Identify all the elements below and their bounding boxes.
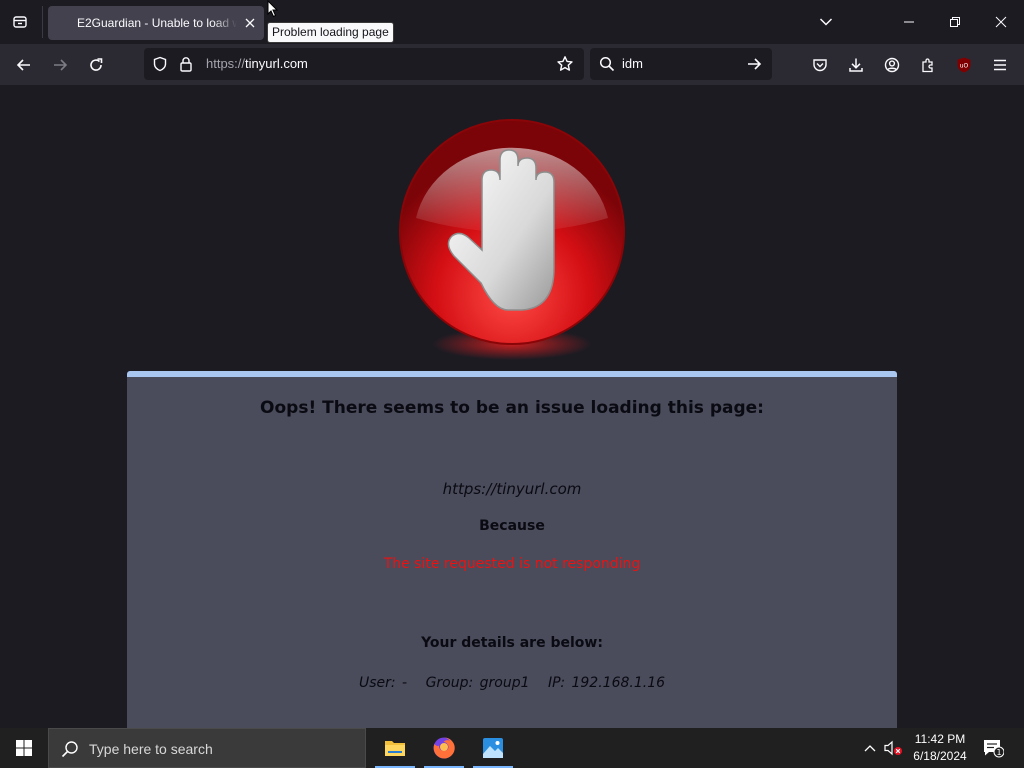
- error-reason: The site requested is not responding: [383, 556, 641, 572]
- volume-button[interactable]: [882, 728, 904, 768]
- clock-time: 11:42 PM: [914, 732, 966, 746]
- stop-hand-icon: [399, 119, 625, 360]
- notification-icon: 1: [984, 740, 1004, 758]
- chevron-down-icon: [819, 18, 833, 26]
- page-content: Oops! There seems to be an issue loading…: [0, 85, 1024, 728]
- star-icon[interactable]: [556, 55, 574, 73]
- forward-arrow-icon: [54, 59, 68, 71]
- download-icon: [849, 58, 863, 72]
- menu-icon: [994, 59, 1006, 71]
- file-explorer-icon: [385, 741, 405, 756]
- url-scheme: https://: [206, 56, 246, 71]
- taskbar-search-placeholder: Type here to search: [89, 741, 213, 757]
- pocket-button[interactable]: [806, 51, 834, 79]
- minimize-icon: [904, 21, 914, 23]
- error-heading: Oops! There seems to be an issue loading…: [260, 398, 764, 418]
- ublock-button[interactable]: uO: [950, 51, 978, 79]
- show-hidden-icons-button[interactable]: [860, 728, 880, 768]
- stop-sign-image: [396, 118, 628, 368]
- search-icon: [599, 56, 615, 72]
- list-all-tabs-icon: [13, 16, 27, 28]
- reload-button[interactable]: [82, 51, 110, 79]
- windows-taskbar: Type here to search 11:42 PM 6/18/2024 1: [0, 728, 1024, 768]
- mouse-cursor-icon: [267, 0, 279, 18]
- system-clock[interactable]: 11:42 PM 6/18/2024: [904, 731, 976, 765]
- search-icon: [61, 741, 78, 758]
- tab-title: E2Guardian - Unable to load web page: [77, 16, 237, 30]
- chevron-up-icon: [864, 745, 876, 752]
- user-details: User: - Group: group1 IP: 192.168.1.16: [127, 675, 897, 691]
- photos-icon: [483, 738, 503, 758]
- pocket-icon: [813, 59, 827, 72]
- firefox-icon: [433, 737, 455, 759]
- windows-logo-icon: [16, 740, 32, 756]
- back-button[interactable]: [10, 51, 38, 79]
- close-icon: [245, 18, 255, 28]
- forward-button[interactable]: [46, 51, 74, 79]
- tab-list-dropdown-button[interactable]: [814, 10, 838, 34]
- minimize-button[interactable]: [897, 10, 921, 34]
- downloads-button[interactable]: [842, 51, 870, 79]
- search-input[interactable]: idm: [622, 56, 643, 71]
- restore-icon: [950, 17, 960, 27]
- start-button[interactable]: [0, 728, 48, 768]
- svg-text:uO: uO: [960, 63, 969, 70]
- taskbar-file-explorer[interactable]: [371, 728, 419, 768]
- app-menu-button[interactable]: [986, 51, 1014, 79]
- back-arrow-icon: [16, 59, 30, 71]
- tab-separator: [42, 6, 43, 38]
- extensions-button[interactable]: [914, 51, 942, 79]
- close-window-button[interactable]: [989, 10, 1013, 34]
- list-all-tabs-button[interactable]: [6, 9, 34, 35]
- reload-icon: [90, 58, 103, 71]
- details-heading: Your details are below:: [421, 635, 603, 651]
- error-panel: Oops! There seems to be an issue loading…: [127, 371, 897, 728]
- address-bar[interactable]: https://tinyurl.com: [144, 48, 584, 80]
- account-icon: [884, 57, 900, 73]
- active-tab[interactable]: E2Guardian - Unable to load web page: [48, 6, 264, 40]
- taskbar-search-box[interactable]: Type here to search: [48, 728, 366, 768]
- notification-count: 1: [996, 748, 1001, 757]
- user-value: User: -: [358, 675, 408, 691]
- taskbar-photos[interactable]: [469, 728, 517, 768]
- go-arrow-icon[interactable]: [746, 56, 762, 72]
- ublock-icon: uO: [957, 57, 971, 73]
- search-bar[interactable]: idm: [590, 48, 772, 80]
- url-host: tinyurl.com: [245, 56, 308, 71]
- extensions-icon: [922, 58, 933, 73]
- address-bar-url: https://tinyurl.com: [206, 56, 308, 71]
- shield-icon[interactable]: [152, 56, 168, 72]
- because-label: Because: [479, 518, 545, 534]
- ip-value: IP: 192.168.1.16: [548, 675, 666, 691]
- tab-bar: E2Guardian - Unable to load web page Pro…: [0, 0, 1024, 44]
- taskbar-firefox[interactable]: [420, 728, 468, 768]
- blocked-url: https://tinyurl.com: [442, 480, 582, 498]
- group-value: Group: group1: [425, 675, 530, 691]
- account-button[interactable]: [878, 51, 906, 79]
- restore-button[interactable]: [943, 10, 967, 34]
- tab-tooltip: Problem loading page: [267, 22, 394, 43]
- tab-close-button[interactable]: [242, 15, 258, 31]
- lock-icon[interactable]: [179, 56, 193, 72]
- navigation-toolbar: https://tinyurl.com idm uO: [0, 44, 1024, 85]
- speaker-muted-icon: [884, 740, 902, 756]
- notification-center-button[interactable]: 1: [980, 728, 1006, 768]
- close-icon: [995, 16, 1007, 28]
- clock-date: 6/18/2024: [913, 749, 967, 763]
